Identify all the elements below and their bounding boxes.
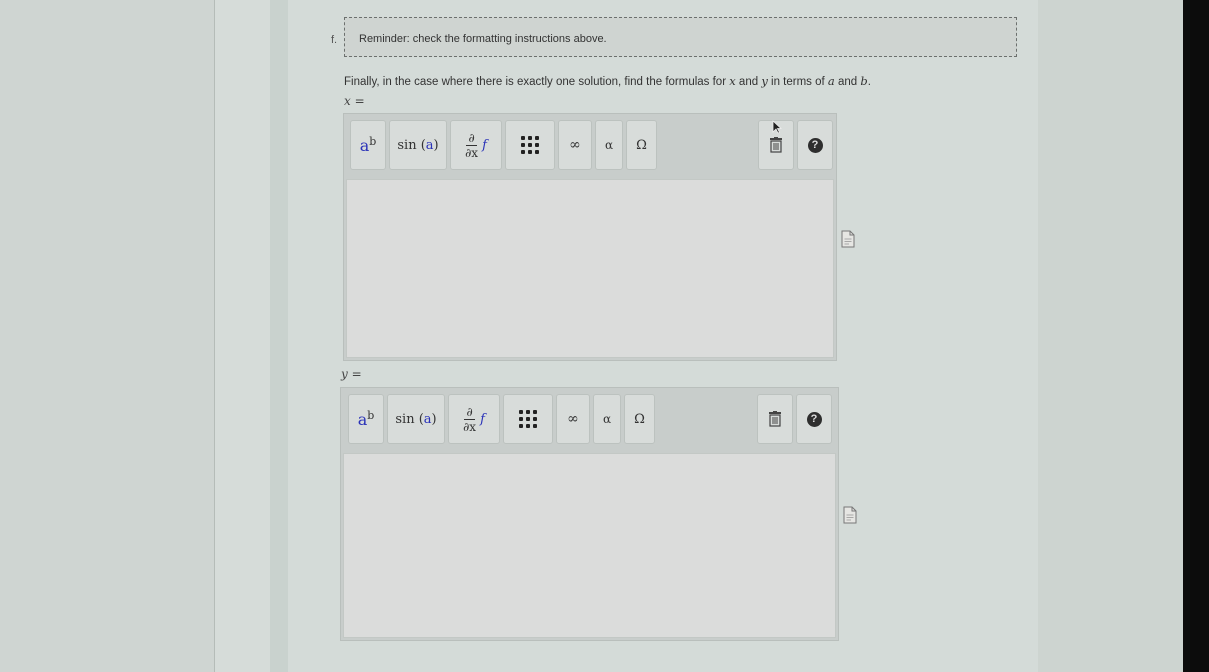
omega-button[interactable]: Ω [626,120,657,170]
help-button[interactable]: ? [797,120,833,170]
x-math-editor: ab sin (a) ∂ ∂x f ∞ α Ω ? [343,113,837,361]
y-answer-input[interactable] [343,453,836,638]
question-prompt: Finally, in the case where there is exac… [344,74,871,88]
y-label: y = [341,367,362,381]
sin-button[interactable]: sin (a) [389,120,447,170]
left-pane [0,0,215,672]
x-answer-input[interactable] [346,179,834,358]
y-math-editor: ab sin (a) ∂ ∂x f ∞ α Ω ? [340,387,839,641]
reminder-text: Reminder: check the formatting instructi… [359,33,607,45]
power-button[interactable]: ab [348,394,384,444]
derivative-button[interactable]: ∂ ∂x f [448,394,500,444]
derivative-button[interactable]: ∂ ∂x f [450,120,502,170]
matrix-button[interactable] [503,394,553,444]
matrix-icon [521,136,539,154]
trash-icon [769,411,781,427]
clear-button[interactable] [757,394,793,444]
right-margin [1038,0,1183,672]
screen-edge [1183,0,1209,672]
alpha-button[interactable]: α [593,394,621,444]
x-editor-toolbar: ab sin (a) ∂ ∂x f ∞ α Ω ? [344,114,836,178]
question-number: f. [331,34,338,46]
omega-button[interactable]: Ω [624,394,655,444]
power-button[interactable]: ab [350,120,386,170]
help-button[interactable]: ? [796,394,832,444]
y-editor-toolbar: ab sin (a) ∂ ∂x f ∞ α Ω ? [341,388,838,452]
document-icon[interactable] [841,230,855,248]
alpha-button[interactable]: α [595,120,623,170]
infinity-button[interactable]: ∞ [558,120,592,170]
infinity-button[interactable]: ∞ [556,394,590,444]
matrix-button[interactable] [505,120,555,170]
matrix-icon [519,410,537,428]
x-label: x = [344,94,365,108]
trash-icon [770,137,782,153]
sin-button[interactable]: sin (a) [387,394,445,444]
gutter [215,0,270,672]
help-icon: ? [807,137,823,153]
mouse-cursor-icon [772,120,782,134]
help-icon: ? [806,411,822,427]
reminder-box: Reminder: check the formatting instructi… [344,17,1017,57]
document-icon[interactable] [843,506,857,524]
